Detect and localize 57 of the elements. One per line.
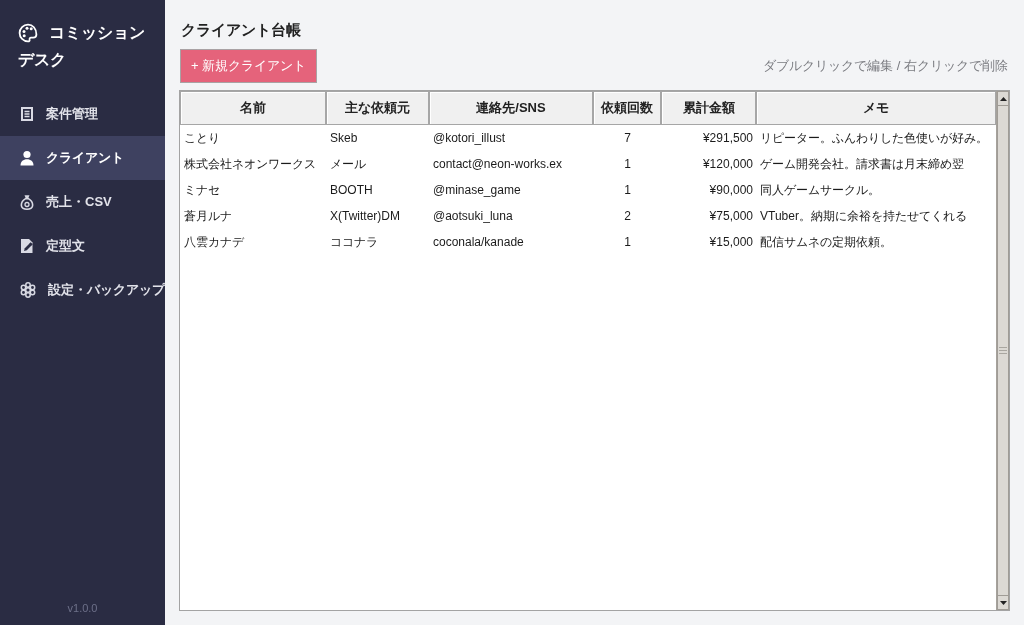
- table-cell-text: ことり: [183, 130, 221, 147]
- table-cell-text: @minase_game: [432, 182, 522, 199]
- notepad-icon: [20, 106, 34, 122]
- column-header[interactable]: 主な依頼元: [326, 91, 429, 125]
- table-cell-text: VTuber。納期に余裕を持たせてくれる: [759, 208, 968, 225]
- scroll-up-button[interactable]: [997, 91, 1009, 106]
- table-cell-text: @kotori_illust: [432, 130, 507, 147]
- person-icon: [20, 150, 34, 166]
- table-cell-text: 7: [623, 130, 632, 147]
- sidebar-item[interactable]: 設定・バックアップ: [0, 268, 165, 312]
- document-pencil-icon: [20, 238, 34, 254]
- table-cell-text: メール: [329, 156, 367, 173]
- table-cell-text: 蒼月ルナ: [183, 208, 233, 225]
- table-cell-text: 1: [623, 182, 632, 199]
- scroll-down-button[interactable]: [997, 595, 1009, 610]
- column-header[interactable]: 累計金額: [661, 91, 756, 125]
- column-header[interactable]: メモ: [756, 91, 996, 125]
- table-cell-text: ¥90,000: [708, 182, 754, 199]
- table-cell-text: coconala/kanade: [432, 234, 525, 251]
- table-cell-text: 配信サムネの定期依頼。: [759, 234, 893, 251]
- column-header[interactable]: 連絡先/SNS: [429, 91, 593, 125]
- app-title: デスク: [18, 50, 66, 70]
- table-cell-text: 八雲カナデ: [183, 234, 245, 251]
- table-cell-text: ¥75,000: [708, 208, 754, 225]
- table-cell-text: @aotsuki_luna: [432, 208, 514, 225]
- table-cell-text: ¥291,500: [701, 130, 754, 147]
- sidebar-item[interactable]: クライアント: [0, 136, 165, 180]
- table-cell-text: ¥15,000: [708, 234, 754, 251]
- table-cell-text: 1: [623, 234, 632, 251]
- column-header[interactable]: 依頼回数: [593, 91, 661, 125]
- column-header[interactable]: 名前: [180, 91, 326, 125]
- table-cell-text: 同人ゲームサークル。: [759, 182, 881, 199]
- table-cell-text: 株式会社ネオンワークス: [183, 156, 317, 173]
- table-cell-text: 2: [623, 208, 632, 225]
- hint-text: ダブルクリックで編集 / 右クリックで削除: [763, 57, 1008, 75]
- sidebar-item[interactable]: 売上・CSV: [0, 180, 165, 224]
- palette-icon: [18, 22, 38, 43]
- table-cell-text: ¥120,000: [701, 156, 754, 173]
- table-cell-text: BOOTH: [329, 182, 374, 199]
- sidebar-item[interactable]: 定型文: [0, 224, 165, 268]
- table-cell-text: ココナラ: [329, 234, 379, 251]
- sidebar-item[interactable]: 案件管理: [0, 92, 165, 136]
- grip-icon: [999, 347, 1007, 354]
- gear-icon: [20, 282, 36, 298]
- table-cell-text: ゲーム開発会社。請求書は月末締め翌: [759, 156, 965, 173]
- caret-down-icon: [999, 600, 1007, 605]
- app-title: コミッション: [49, 23, 145, 43]
- table-cell-text: X(Twitter)DM: [329, 208, 401, 225]
- page-title: クライアント台帳: [181, 20, 301, 40]
- caret-up-icon: [999, 96, 1007, 101]
- money-bag-icon: [20, 194, 34, 210]
- table-cell-text: ミナセ: [183, 182, 221, 199]
- table-cell-text: リピーター。ふんわりした色使いが好み。: [759, 130, 989, 147]
- version-label: v1.0.0: [67, 602, 98, 614]
- table-cell-text: Skeb: [329, 130, 359, 147]
- table-cell-text: contact@neon-works.ex: [432, 156, 563, 173]
- table-cell-text: 1: [623, 156, 632, 173]
